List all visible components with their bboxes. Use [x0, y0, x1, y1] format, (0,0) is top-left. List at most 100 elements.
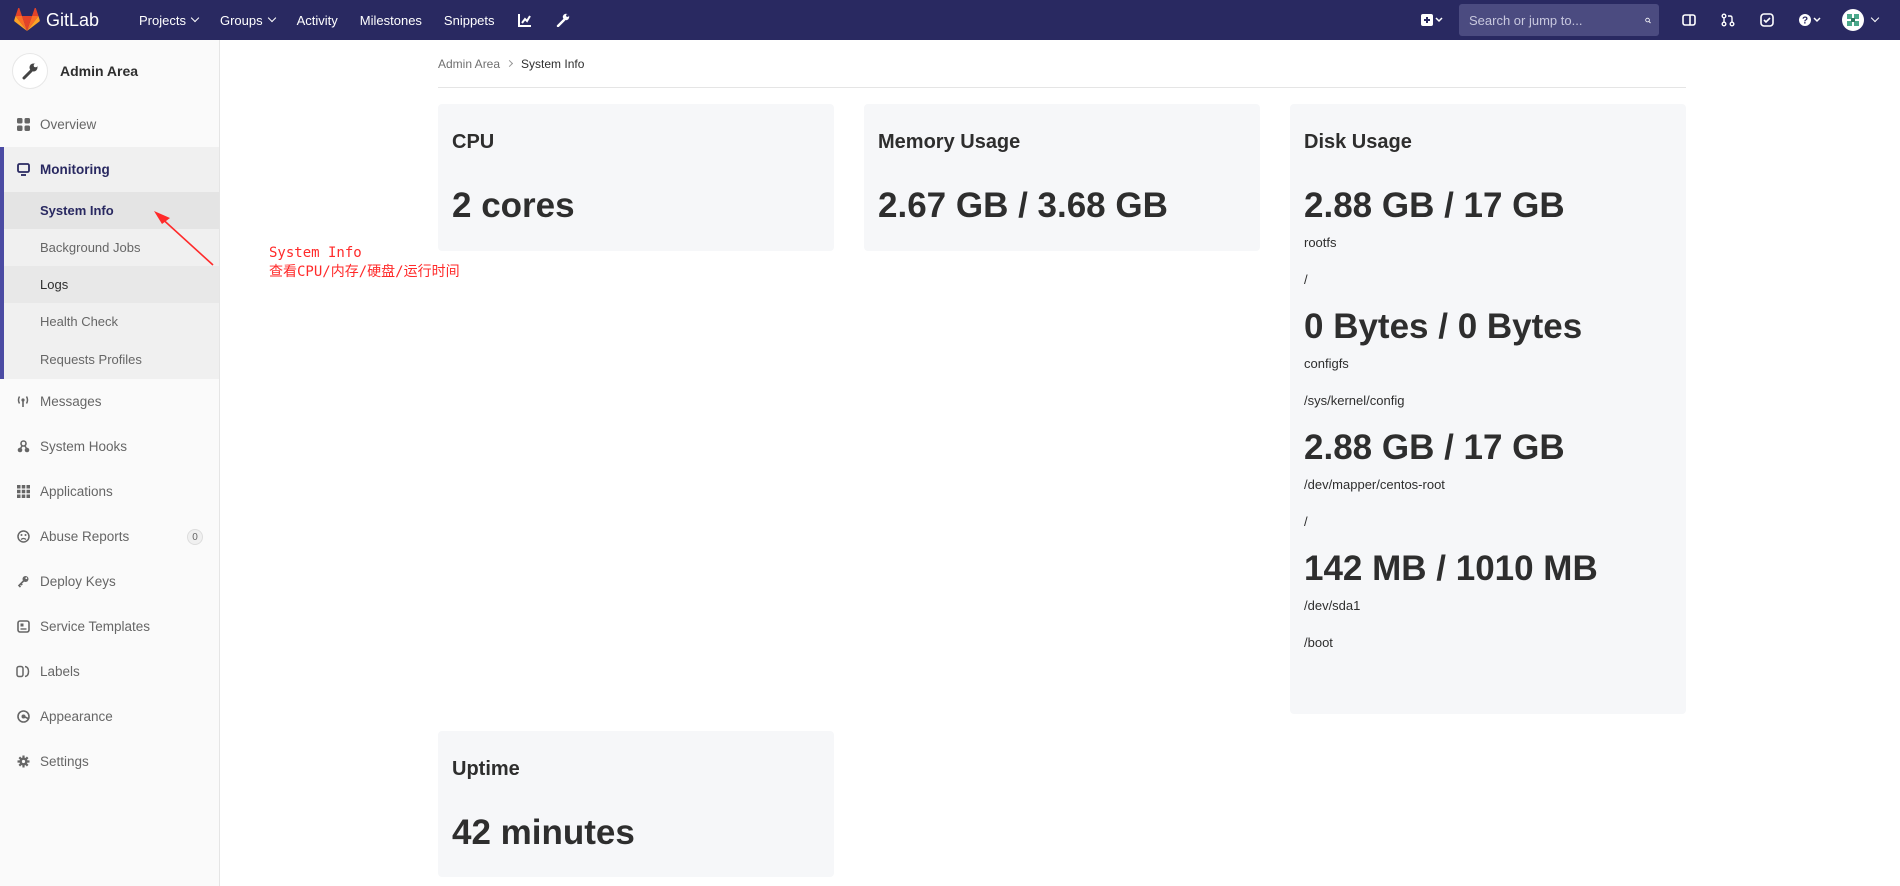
sidebar-item-applications[interactable]: Applications — [0, 469, 219, 514]
annotation-note: System Info 查看CPU/内存/硬盘/运行时间 — [269, 244, 460, 282]
memory-value: 2.67 GB / 3.68 GB — [878, 186, 1168, 225]
broadcast-icon — [16, 395, 30, 409]
cpu-card: CPU 2 cores — [438, 104, 834, 251]
card-title: Uptime — [452, 758, 520, 780]
sidebar-item-monitoring[interactable]: Monitoring — [4, 147, 219, 192]
sidebar-item-service-templates[interactable]: Service Templates — [0, 604, 219, 649]
disk-device: /dev/mapper/centos-root — [1304, 477, 1445, 492]
disk-mount: /sys/kernel/config — [1304, 393, 1405, 408]
sidebar-item-label: Applications — [40, 484, 113, 499]
gitlab-home-link[interactable]: GitLab — [14, 8, 120, 32]
disk-usage-value: 2.88 GB / 17 GB — [1304, 186, 1565, 225]
sidebar-item-label: Monitoring — [40, 162, 110, 177]
nav-groups-label: Groups — [219, 12, 263, 28]
sidebar-item-settings[interactable]: Settings — [0, 739, 219, 784]
disk-device: /dev/sda1 — [1304, 598, 1361, 613]
cpu-value: 2 cores — [452, 186, 575, 225]
nav-projects[interactable]: Projects — [128, 0, 209, 40]
chart-icon[interactable] — [506, 0, 544, 40]
sidebar-item-label: Settings — [40, 754, 89, 769]
sidebar-item-label: Overview — [40, 117, 97, 132]
sidebar-item-label: Deploy Keys — [40, 574, 116, 589]
sidebar-item-label: Labels — [40, 664, 80, 679]
memory-card: Memory Usage 2.67 GB / 3.68 GB — [864, 104, 1260, 251]
disk-entry: 2.88 GB / 17 GB /dev/mapper/centos-root … — [1304, 428, 1672, 530]
sidebar-item-overview[interactable]: Overview — [0, 102, 219, 147]
hook-icon — [16, 440, 30, 454]
sidebar-subitem-requests-profiles[interactable]: Requests Profiles — [4, 340, 219, 379]
admin-wrench-icon[interactable] — [544, 0, 582, 40]
breadcrumb-admin-area-link[interactable]: Admin Area — [438, 57, 500, 71]
sidebar-context-header[interactable]: Admin Area — [0, 40, 219, 102]
disk-mount: /boot — [1304, 635, 1333, 650]
gear-icon — [16, 755, 30, 769]
disk-card: Disk Usage 2.88 GB / 17 GB rootfs / 0 By… — [1290, 104, 1686, 714]
breadcrumb: Admin Area System Info — [438, 40, 1686, 88]
sidebar-item-label: Appearance — [40, 709, 113, 724]
sidebar-item-messages[interactable]: Messages — [0, 379, 219, 424]
annotation-line: System Info — [269, 245, 362, 261]
key-icon — [16, 575, 30, 589]
brand-name: GitLab — [46, 9, 100, 30]
face-icon — [16, 530, 30, 544]
sidebar-item-label: Service Templates — [40, 619, 151, 634]
sidebar-item-appearance[interactable]: Appearance — [0, 694, 219, 739]
disk-entry: 142 MB / 1010 MB /dev/sda1 /boot — [1304, 549, 1672, 651]
nav-groups[interactable]: Groups — [209, 0, 286, 40]
merge-requests-icon[interactable] — [1708, 0, 1747, 40]
chevron-down-icon — [267, 13, 276, 23]
sidebar-item-abuse-reports[interactable]: Abuse Reports 0 — [0, 514, 219, 559]
grid-icon — [16, 485, 30, 499]
new-item-plus-icon[interactable] — [1412, 0, 1451, 40]
disk-mount: / — [1304, 272, 1308, 287]
search-icon — [1645, 17, 1651, 23]
nav-milestones[interactable]: Milestones — [349, 0, 433, 40]
disk-usage-value: 2.88 GB / 17 GB — [1304, 428, 1565, 467]
monitor-icon — [16, 163, 30, 177]
nav-activity[interactable]: Activity — [286, 0, 349, 40]
card-title: Memory Usage — [878, 131, 1021, 153]
admin-sidebar: Admin Area Overview Monitoring System In… — [0, 40, 220, 886]
sidebar-context-title: Admin Area — [60, 63, 139, 79]
search-box[interactable] — [1459, 4, 1659, 36]
annotation-arrow — [154, 211, 214, 266]
sidebar-subitem-logs[interactable]: Logs — [4, 266, 219, 303]
nav-snippets[interactable]: Snippets — [433, 0, 506, 40]
overview-icon — [16, 118, 30, 132]
issues-sidebar-icon[interactable] — [1669, 0, 1708, 40]
uptime-card: Uptime 42 minutes — [438, 731, 834, 877]
nav-projects-label: Projects — [139, 12, 186, 28]
card-title: CPU — [452, 131, 495, 153]
user-menu[interactable] — [1834, 0, 1886, 40]
gitlab-logo-icon — [14, 8, 40, 31]
sidebar-item-label: Messages — [40, 394, 102, 409]
disk-usage-value: 142 MB / 1010 MB — [1304, 549, 1598, 588]
chevron-down-icon — [1870, 13, 1880, 23]
wrench-icon — [12, 53, 48, 89]
disk-device: rootfs — [1304, 235, 1337, 250]
sidebar-subitem-health-check[interactable]: Health Check — [4, 303, 219, 340]
annotation-line: 查看CPU/内存/硬盘/运行时间 — [269, 264, 460, 280]
template-icon — [16, 620, 30, 634]
breadcrumb-current: System Info — [521, 56, 585, 71]
labels-icon — [16, 665, 30, 679]
disk-usage-value: 0 Bytes / 0 Bytes — [1304, 307, 1583, 346]
sidebar-item-label: Abuse Reports — [40, 529, 130, 544]
sidebar-item-labels[interactable]: Labels — [0, 649, 219, 694]
sidebar-item-label: System Hooks — [40, 439, 128, 454]
disk-mount: / — [1304, 514, 1308, 529]
todos-icon[interactable] — [1747, 0, 1786, 40]
search-input[interactable] — [1469, 12, 1645, 28]
palette-icon — [16, 710, 30, 724]
svg-text:?: ? — [1802, 16, 1808, 27]
sidebar-item-system-hooks[interactable]: System Hooks — [0, 424, 219, 469]
card-title: Disk Usage — [1304, 131, 1412, 153]
chevron-down-icon — [190, 13, 200, 23]
disk-entry: 0 Bytes / 0 Bytes configfs /sys/kernel/c… — [1304, 307, 1672, 409]
count-badge: 0 — [187, 529, 203, 545]
help-icon[interactable]: ? — [1786, 0, 1834, 40]
disk-device: configfs — [1304, 356, 1349, 371]
disk-entry: 2.88 GB / 17 GB rootfs / — [1304, 186, 1672, 288]
avatar — [1842, 9, 1864, 31]
sidebar-item-deploy-keys[interactable]: Deploy Keys — [0, 559, 219, 604]
